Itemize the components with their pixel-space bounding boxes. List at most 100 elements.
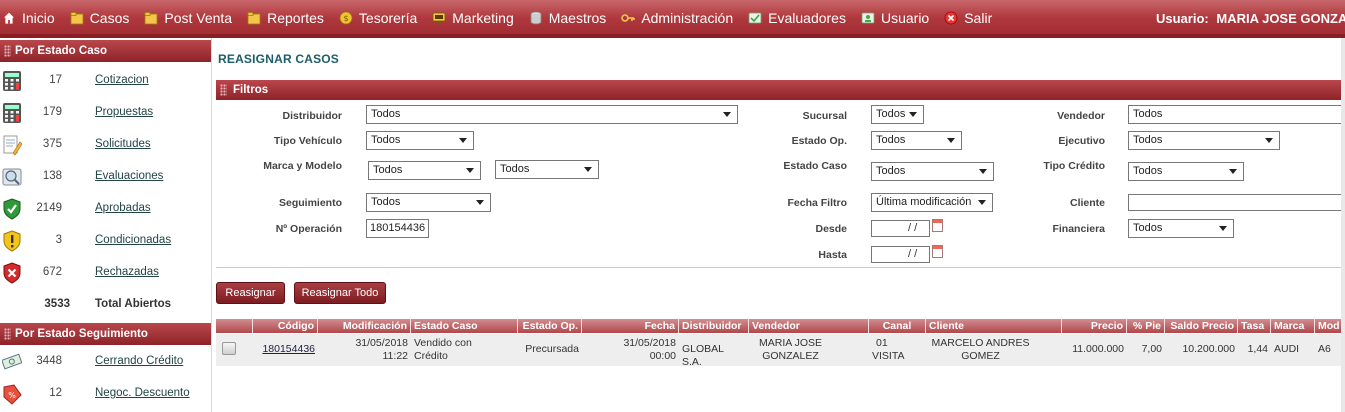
estado-caso-select[interactable]: Todos: [871, 162, 994, 181]
sidebar-item-rechazadas[interactable]: 672 Rechazadas: [0, 257, 211, 289]
menu-post-venta[interactable]: Post Venta: [144, 10, 232, 26]
col-fecha[interactable]: Fecha: [582, 319, 679, 333]
menu-administracion[interactable]: Administración: [621, 10, 733, 26]
financiera-value: Todos: [1133, 222, 1163, 234]
col-saldo-precio[interactable]: Saldo Precio: [1165, 319, 1238, 333]
row-checkbox[interactable]: [222, 342, 236, 355]
col-estado-op[interactable]: Estado Op.: [518, 319, 582, 333]
modelo-select[interactable]: Todos: [495, 160, 599, 179]
canal-line1: 01: [876, 337, 888, 349]
cell-distribuidor: GLOBAL S.A.: [679, 334, 749, 366]
modificacion-date: 31/05/2018: [355, 337, 408, 349]
tipo-vehiculo-value: Todos: [371, 134, 401, 146]
sidebar-item-propuestas[interactable]: 179 Propuestas: [0, 97, 211, 129]
cliente-line2: GOMEZ: [961, 350, 1000, 362]
link[interactable]: Rechazadas: [95, 266, 159, 278]
ejecutivo-select[interactable]: Todos: [1128, 131, 1280, 150]
cliente-input[interactable]: [1128, 194, 1345, 211]
main-menu: Inicio Casos Post Venta Reportes $ Tesor…: [0, 10, 1004, 26]
col-marca[interactable]: Marca: [1271, 319, 1315, 333]
cliente-line1: MARCELO ANDRES: [931, 337, 1030, 349]
link[interactable]: Propuestas: [95, 106, 153, 118]
count: 12: [49, 387, 62, 399]
chevron-down-icon: [1265, 138, 1273, 143]
link[interactable]: Aprobadas: [95, 202, 151, 214]
calendar-icon[interactable]: [932, 219, 943, 232]
ejecutivo-value: Todos: [1133, 134, 1163, 146]
chevron-down-icon: [466, 168, 474, 173]
sidebar-item-condicionadas[interactable]: 3 Condicionadas: [0, 225, 211, 257]
hasta-date-input[interactable]: / /: [871, 246, 930, 263]
table-row[interactable]: 180154436 31/05/2018 11:22 Vendido con Cré…: [216, 334, 1345, 366]
calculator-icon: [3, 71, 21, 91]
cell-fecha: 31/05/2018 00:00: [582, 334, 679, 366]
section-title: Por Estado Seguimiento: [15, 328, 148, 340]
chevron-down-icon: [723, 112, 731, 117]
count: 3448: [36, 355, 62, 367]
label-desde: Desde: [815, 223, 847, 235]
menu-usuario[interactable]: Usuario: [861, 10, 929, 26]
menu-inicio[interactable]: Inicio: [2, 10, 55, 26]
vertical-scrollbar[interactable]: [1341, 38, 1345, 412]
tipo-credito-select[interactable]: Todos: [1128, 162, 1244, 181]
calendar-icon[interactable]: [932, 245, 943, 258]
col-modificacion[interactable]: Modificación: [318, 319, 411, 333]
sidebar-item-evaluaciones[interactable]: 138 Evaluaciones: [0, 161, 211, 193]
sucursal-select[interactable]: Todos: [871, 105, 924, 124]
col-codigo[interactable]: Código: [253, 319, 318, 333]
sidebar-item-cotizacion[interactable]: 17 Cotizacion: [0, 65, 211, 97]
menu-evaluadores[interactable]: Evaluadores: [748, 10, 846, 26]
col-vendedor[interactable]: Vendedor: [749, 319, 869, 333]
label-estado-op: Estado Op.: [791, 135, 847, 147]
col-estado-caso[interactable]: Estado Caso: [411, 319, 518, 333]
link[interactable]: Condicionadas: [95, 234, 171, 246]
link[interactable]: Negoc. Descuento: [95, 387, 190, 399]
cell-cliente: MARCELO ANDRES GOMEZ: [926, 334, 1062, 366]
col-canal[interactable]: Canal: [869, 319, 926, 333]
sidebar-item-cerrando-credito[interactable]: 3448 Cerrando Crédito: [0, 346, 211, 378]
filters-title: Filtros: [233, 84, 269, 96]
estado-caso-line1: Vendido con: [414, 337, 472, 349]
estado-op-select[interactable]: Todos: [871, 131, 962, 150]
col-pie[interactable]: % Pie: [1127, 319, 1165, 333]
modelo-value: Todos: [500, 163, 530, 175]
reasignar-button[interactable]: Reasignar: [216, 282, 285, 304]
codigo-link[interactable]: 180154436: [262, 343, 315, 355]
reasignar-todo-button[interactable]: Reasignar Todo: [294, 282, 386, 304]
count: 138: [42, 170, 62, 182]
link[interactable]: Cerrando Crédito: [95, 355, 183, 367]
financiera-select[interactable]: Todos: [1128, 219, 1234, 238]
menu-casos[interactable]: Casos: [70, 10, 129, 26]
link[interactable]: Cotizacion: [95, 74, 149, 86]
menu-salir[interactable]: Salir: [944, 10, 992, 26]
shield-warning-icon: [3, 230, 21, 252]
operacion-input[interactable]: 180154436: [366, 219, 429, 238]
distribuidor-select[interactable]: Todos: [366, 105, 738, 124]
link[interactable]: Solicitudes: [95, 138, 151, 150]
seguimiento-select[interactable]: Todos: [366, 193, 491, 212]
col-tasa[interactable]: Tasa: [1238, 319, 1271, 333]
magnifier-icon: [2, 168, 22, 186]
total-count: 3533: [44, 298, 70, 310]
col-precio[interactable]: Precio: [1062, 319, 1127, 333]
vendedor-select[interactable]: Todos: [1128, 105, 1345, 124]
desde-date-input[interactable]: / /: [871, 220, 930, 237]
sidebar-item-negoc-descuento[interactable]: % 12 Negoc. Descuento: [0, 378, 211, 410]
col-cliente[interactable]: Cliente: [926, 319, 1062, 333]
chevron-down-icon: [476, 200, 484, 205]
chevron-down-icon: [1229, 169, 1237, 174]
menu-reportes[interactable]: Reportes: [247, 10, 324, 26]
menu-tesoreria[interactable]: $ Tesorería: [339, 10, 417, 26]
col-distribuidor[interactable]: Distribuidor: [679, 319, 749, 333]
precio-value: 11.000.000: [1072, 343, 1124, 355]
sidebar-item-aprobadas[interactable]: 2149 Aprobadas: [0, 193, 211, 225]
fecha-filtro-select[interactable]: Última modificación: [871, 193, 993, 212]
count: 672: [42, 266, 62, 278]
marca-select[interactable]: Todos: [368, 161, 481, 180]
menu-marketing[interactable]: Marketing: [432, 10, 514, 26]
menu-maestros[interactable]: Maestros: [529, 10, 606, 26]
link[interactable]: Evaluaciones: [95, 170, 163, 182]
tipo-vehiculo-select[interactable]: Todos: [366, 131, 474, 150]
chevron-down-icon: [909, 112, 917, 117]
sidebar-item-solicitudes[interactable]: 375 Solicitudes: [0, 129, 211, 161]
